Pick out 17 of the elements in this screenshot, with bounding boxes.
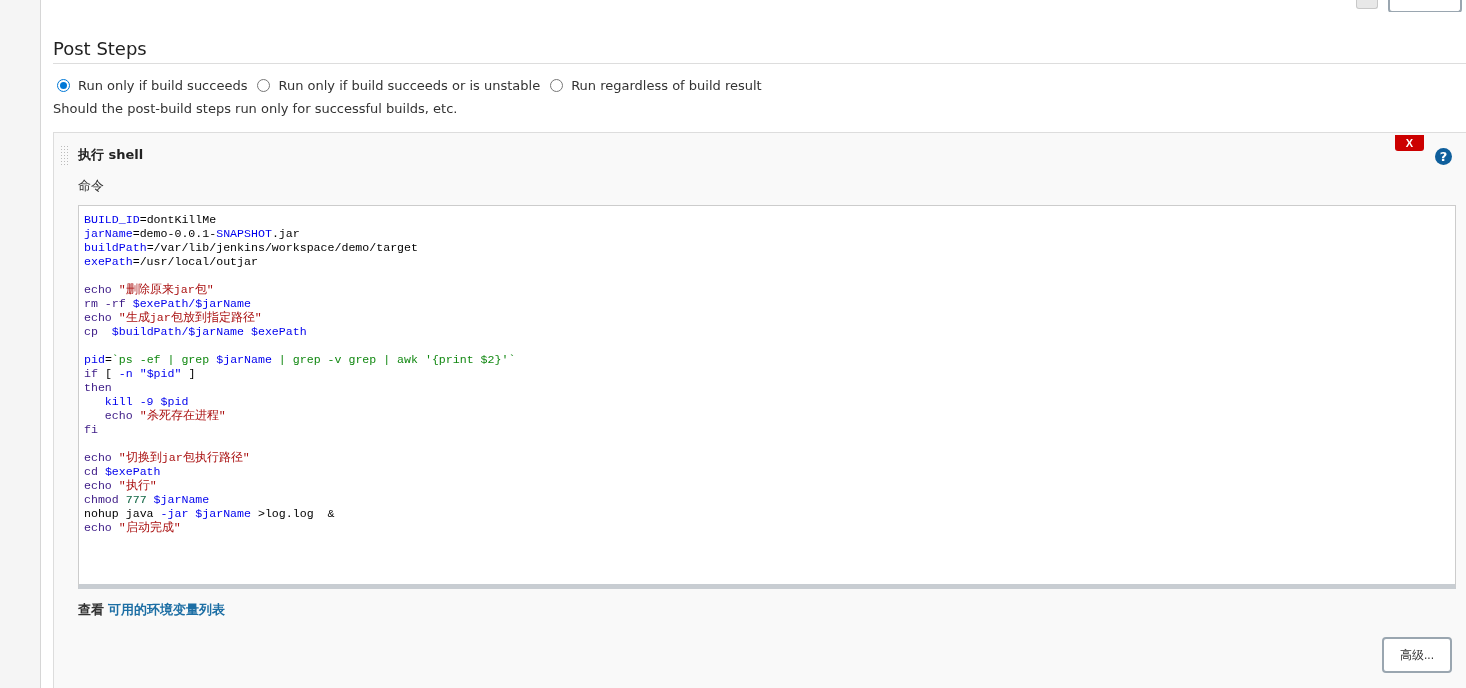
env-vars-link[interactable]: 可用的环境变量列表 bbox=[108, 601, 225, 619]
radio-label[interactable]: Run only if build succeeds or is unstable bbox=[278, 78, 541, 93]
code-editor[interactable]: BUILD_ID=dontKillMe jarName=demo-0.0.1-SNAPSHOT.jar buildPath=/var/lib/jenkins/workspace/demo/target exePath=/usr/local/outjar echo "删除原来jar包" rm -rf $exePath/$jarName echo "生成jar包放到指定路径" cp $buildPath/$jarName $exePath pid=`ps -ef | grep $jarName | grep -v grep | awk '{print $2}'` if [ -n "$pid" ] then kill -9 $pid echo "杀死存在进程" fi echo "切换到jar包执行路径" cd $exePath echo "执行" chmod 777 $jarName nohup java -jar $jarName >log.log & echo "启动完成" bbox=[78, 205, 1456, 589]
step-title: 执行 shell bbox=[78, 146, 144, 164]
radio-label[interactable]: Run regardless of build result bbox=[571, 78, 762, 93]
radio-button[interactable] bbox=[57, 79, 70, 92]
section-title: Post Steps bbox=[53, 38, 1466, 64]
radio-button[interactable] bbox=[550, 79, 564, 92]
delete-button[interactable]: X bbox=[1395, 135, 1424, 151]
radio-button[interactable] bbox=[257, 79, 271, 92]
env-prefix: 查看 bbox=[78, 601, 104, 619]
help-text: Should the post-build steps run only for successful builds, etc. bbox=[53, 101, 459, 116]
top-button[interactable] bbox=[1388, 0, 1462, 12]
advanced-button[interactable]: 高级... bbox=[1382, 637, 1452, 673]
help-icon[interactable]: ? bbox=[1435, 148, 1452, 165]
field-label: 命令 bbox=[78, 177, 105, 195]
radio-label[interactable]: Run only if build succeeds bbox=[78, 78, 248, 93]
